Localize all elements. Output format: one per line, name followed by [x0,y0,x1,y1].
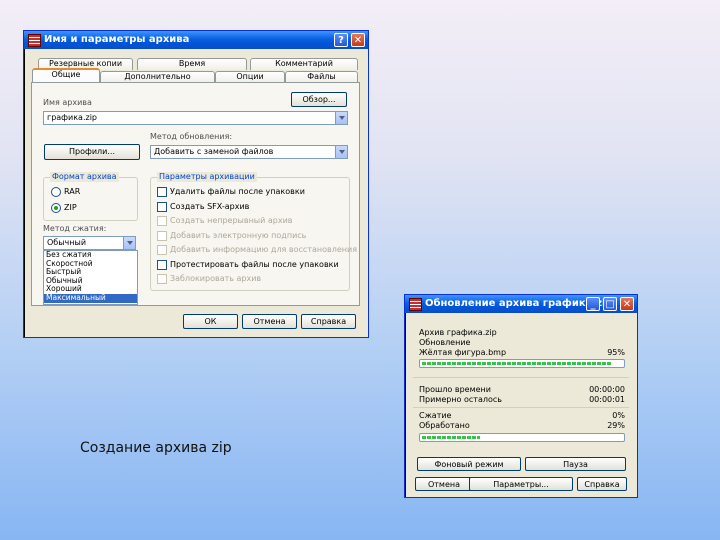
param-label: Добавить электронную подпись [170,230,307,240]
param-checkbox[interactable] [157,187,167,197]
ratio-label: Сжатие [419,411,452,420]
archive-name-combobox[interactable]: графика.zip [43,111,348,125]
cancel-button[interactable]: Отмена [415,477,473,491]
archive-name-dialog: Имя и параметры архива ? ✕ Резервные коп… [23,30,369,338]
dialog2-titlebar[interactable]: Обновление архива графика.zip _ □ ✕ [405,295,637,313]
archive-line: Архив графика.zip [419,328,497,337]
close-icon[interactable]: ✕ [351,33,365,47]
file-progress-fill [422,362,612,365]
winrar-icon [409,298,422,311]
param-label: Добавить информацию для восстановления [170,245,357,254]
compression-method-list[interactable]: Без сжатия Скоростной Быстрый Обычный Хороши… [43,250,138,305]
compression-method-combobox[interactable]: Обычный [43,236,136,250]
browse-button[interactable]: Обзор... [291,92,347,107]
param-label: Создать непрерывный архив [170,216,293,225]
processed-label: Обработано [419,421,470,430]
profiles-button[interactable]: Профили... [44,144,140,160]
param-label: Протестировать файлы после упаковки [170,259,339,269]
archive-name-label: Имя архива [43,98,92,107]
separator [413,377,629,378]
current-file-label: Жёлтая фигура.bmp [419,348,507,357]
compression-method-value: Обычный [47,238,87,247]
archive-name-value: графика.zip [47,113,97,122]
tab-advanced[interactable]: Дополнительно [100,71,215,82]
close-icon[interactable]: ✕ [620,297,634,311]
help-button[interactable]: Справка [577,477,627,491]
compression-option[interactable]: Максимальный [44,293,137,303]
dialog1-title: Имя и параметры архива [44,34,190,45]
update-method-value: Добавить с заменой файлов [154,147,274,156]
archive-update-dialog: Обновление архива графика.zip _ □ ✕ Архи… [404,294,638,498]
separator [413,407,629,408]
param-label: Удалить файлы после упаковки [170,187,305,196]
update-method-combobox[interactable]: Добавить с заменой файлов [150,145,348,159]
format-zip-label: ZIP [64,203,77,212]
tab-options[interactable]: Опции [215,71,285,82]
ratio-value: 0% [612,411,625,420]
archive-params-title: Параметры архивации [157,172,257,182]
winrar-icon [28,34,41,47]
format-rar-radio[interactable] [51,187,61,197]
format-rar-label: RAR [64,187,81,196]
minimize-icon[interactable]: _ [586,297,600,311]
param-label: Заблокировать архив [170,274,262,283]
ok-button[interactable]: ОК [183,314,238,329]
param-checkbox [157,274,167,284]
archive-format-group: Формат архива [43,172,138,221]
tab-time[interactable]: Время [137,58,247,70]
remaining-value: 00:00:01 [589,395,625,404]
cancel-button[interactable]: Отмена [242,314,297,329]
processed-value: 29% [607,421,625,430]
param-checkbox[interactable] [157,201,167,212]
parameters-button[interactable]: Параметры... [469,477,573,491]
param-label: Создать SFX-архив [170,201,250,211]
help-title-button[interactable]: ? [334,33,348,47]
chevron-down-icon[interactable] [123,237,135,249]
current-file-percent: 95% [607,348,625,357]
param-checkbox[interactable] [157,259,167,270]
dialog2-title: Обновление архива графика.zip [425,298,613,309]
tab-files[interactable]: Файлы [285,71,358,82]
dialog1-titlebar[interactable]: Имя и параметры архива ? ✕ [24,31,368,49]
param-checkbox [157,230,167,241]
param-checkbox [157,245,167,255]
elapsed-label: Прошло времени [419,385,491,394]
total-progress-bar [419,433,625,442]
chevron-down-icon[interactable] [335,146,347,158]
background-mode-button[interactable]: Фоновый режим [417,457,521,471]
remaining-label: Примерно осталось [419,395,502,404]
format-zip-radio[interactable] [51,203,61,213]
compression-method-label: Метод сжатия: [43,224,107,233]
update-method-label: Метод обновления: [150,132,233,141]
elapsed-value: 00:00:00 [589,385,625,394]
total-progress-fill [422,436,480,439]
help-button[interactable]: Справка [301,314,356,329]
tab-comment[interactable]: Комментарий [250,58,358,70]
archive-format-title: Формат архива [50,172,119,182]
slide-caption: Создание архива zip [80,440,232,456]
pause-button[interactable]: Пауза [525,457,626,471]
operation-line: Обновление [419,338,471,347]
maximize-icon[interactable]: □ [603,297,617,311]
tab-general[interactable]: Общие [32,68,100,82]
file-progress-bar [419,359,625,368]
param-checkbox [157,216,167,226]
chevron-down-icon[interactable] [335,112,347,124]
